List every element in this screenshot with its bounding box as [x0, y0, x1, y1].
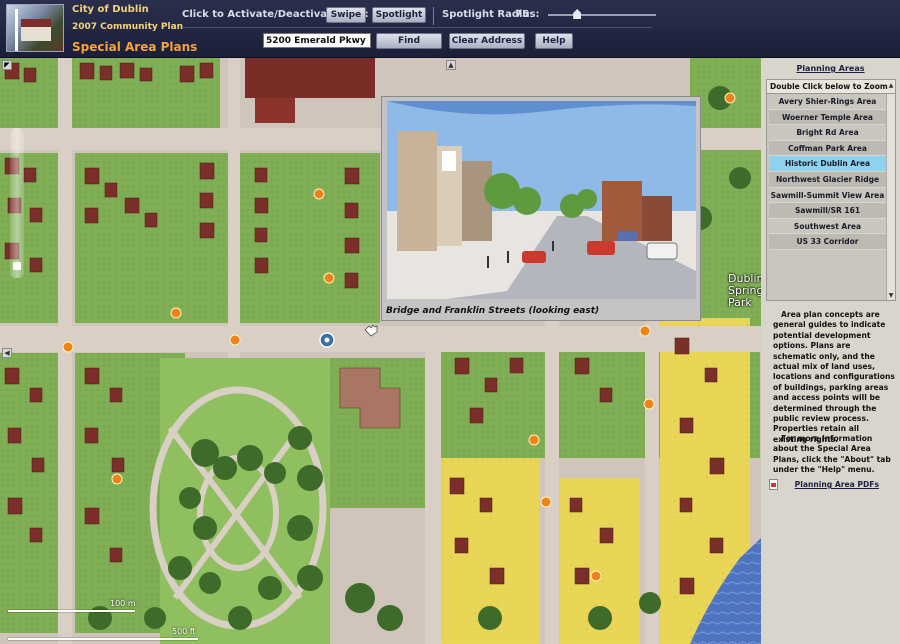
plan-name: 2007 Community Plan — [72, 22, 184, 32]
popup-caption: Bridge and Franklin Streets (looking eas… — [386, 306, 600, 316]
photo-popup[interactable]: Bridge and Franklin Streets (looking eas… — [381, 96, 701, 321]
app-window: City of Dublin 2007 Community Plan Speci… — [0, 0, 900, 644]
park-label-line: Park — [728, 296, 752, 309]
pdf-file-icon — [769, 479, 778, 490]
sidebar-title[interactable]: Planning Areas — [761, 64, 900, 73]
city-logo — [6, 4, 64, 52]
pdf-link-row[interactable]: Planning Area PDFs — [769, 479, 897, 490]
header-bar: City of Dublin 2007 Community Plan Speci… — [0, 0, 900, 60]
scale-bar-metric — [8, 610, 135, 612]
planning-area-item[interactable]: Historic Dublin Area — [769, 156, 886, 172]
list-items-container: Avery Shier-Rings Area Woerner Temple Are… — [767, 94, 895, 250]
map-corner-icon[interactable]: ◤ — [2, 60, 12, 70]
list-header: Double Click below to Zoom — [767, 80, 895, 94]
radius-slider-thumb[interactable] — [573, 9, 582, 19]
org-name: City of Dublin — [72, 4, 149, 15]
header-divider — [182, 27, 652, 28]
sketch-illustration — [387, 101, 696, 299]
scale-label-imperial: 500 ft — [172, 627, 196, 636]
planning-area-item[interactable]: Northwest Glacier Ridge — [769, 171, 886, 188]
planning-area-item[interactable]: Coffman Park Area — [769, 140, 886, 157]
spotlight-button[interactable]: Spotlight — [372, 7, 426, 23]
planning-area-item[interactable]: Avery Shier-Rings Area — [769, 94, 886, 110]
planning-area-item[interactable]: Southwest Area — [769, 218, 886, 235]
planning-areas-sidebar: Planning Areas Double Click below to Zoo… — [761, 58, 900, 644]
list-scrollbar[interactable]: ▲ ▼ — [886, 82, 895, 300]
planning-area-item[interactable]: Bright Rd Area — [769, 125, 886, 141]
more-info-text: For more information about the Special A… — [773, 434, 891, 475]
planning-areas-list[interactable]: Double Click below to Zoom Avery Shier-R… — [766, 79, 896, 301]
radius-slider-track[interactable] — [548, 14, 656, 16]
disclaimer-text: Area plan concepts are general guides to… — [773, 310, 895, 444]
spotlight-radius-value: 75 — [515, 9, 529, 20]
planning-area-item[interactable]: Sawmill/SR 161 — [769, 203, 886, 219]
app-title: Special Area Plans — [72, 40, 198, 54]
find-address-button[interactable]: Find Address — [376, 33, 442, 60]
planning-area-item[interactable]: Sawmill-Summit View Area — [769, 187, 886, 204]
planning-area-item[interactable]: US 33 Corridor — [769, 234, 886, 250]
planning-area-item[interactable]: Woerner Temple Area — [769, 109, 886, 126]
scroll-up-icon[interactable]: ▲ — [887, 82, 895, 90]
zoom-slider[interactable] — [10, 128, 24, 278]
scale-bar-imperial — [8, 638, 198, 640]
street-sketch-image — [387, 101, 696, 299]
scale-label-metric: 100 m — [110, 599, 136, 608]
help-button[interactable]: Help — [535, 33, 573, 49]
pan-up-icon[interactable]: ▲ — [446, 60, 456, 70]
scroll-down-icon[interactable]: ▼ — [887, 292, 895, 300]
planning-area-pdfs-link[interactable]: Planning Area PDFs — [795, 480, 879, 489]
clear-address-button[interactable]: Clear Address — [449, 33, 525, 49]
pan-left-icon[interactable]: ◀ — [2, 348, 12, 358]
address-input[interactable] — [263, 33, 371, 48]
park-label: Dublin Spring Park — [728, 273, 761, 309]
swipe-button[interactable]: Swipe — [326, 7, 366, 23]
map-view[interactable]: ◤ ▲ ◀ Bridge and Franklin Streets (looki… — [0, 58, 761, 644]
toolbar-divider — [433, 7, 434, 25]
zoom-slider-thumb[interactable] — [13, 262, 21, 270]
